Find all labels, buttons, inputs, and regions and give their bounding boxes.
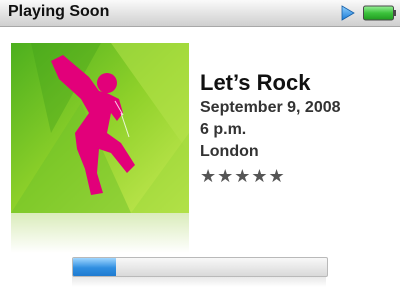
title-bar: Playing Soon (0, 0, 400, 27)
event-location: London (200, 143, 259, 160)
progress-reflection (72, 277, 326, 287)
battery-icon (363, 5, 396, 21)
song-title: Let’s Rock (200, 70, 311, 95)
track-info: Let’s Rock September 9, 2008 6 p.m. Lond… (200, 70, 341, 187)
event-time: 6 p.m. (200, 121, 247, 138)
star-rating: ★★★★★ (200, 166, 286, 186)
dancer-silhouette-icon (11, 43, 189, 213)
screen-title: Playing Soon (8, 3, 110, 20)
album-artwork (11, 43, 189, 213)
progress-fill (73, 258, 117, 276)
progress-bar[interactable] (72, 257, 328, 277)
play-icon (341, 5, 355, 21)
event-date: September 9, 2008 (200, 99, 341, 116)
artwork-reflection (11, 213, 189, 253)
